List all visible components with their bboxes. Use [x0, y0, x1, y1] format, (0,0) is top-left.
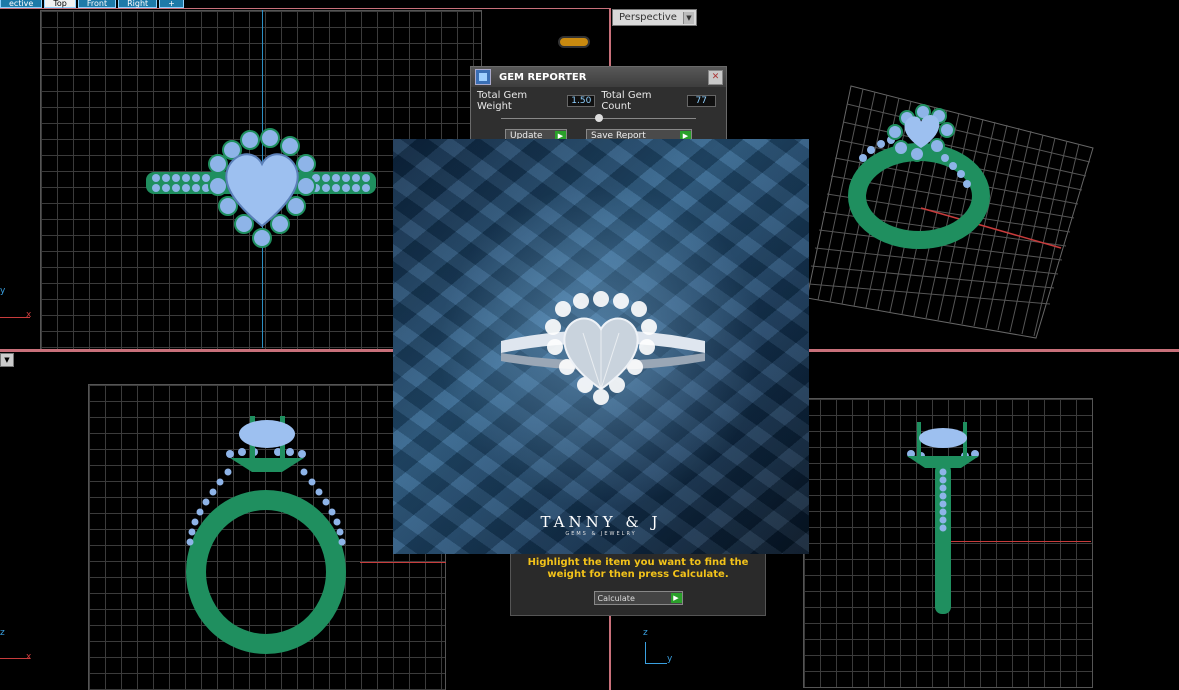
axis-label-x: x	[26, 310, 32, 320]
total-gem-weight-label: Total Gem Weight	[477, 90, 528, 112]
chevron-down-icon[interactable]: ▼	[682, 11, 694, 24]
gem-reporter-title: GEM REPORTER	[499, 71, 587, 83]
tab-front[interactable]: Front	[77, 0, 117, 8]
gem-icon	[475, 69, 491, 85]
ring-front-view	[186, 416, 346, 654]
brand-logo: TANNY & J	[540, 513, 662, 531]
axis-label-z: z	[0, 628, 5, 638]
ring-photo-illustration	[501, 291, 705, 405]
perspective-dropdown[interactable]: Perspective ▼	[612, 9, 697, 26]
gem-reporter-titlebar[interactable]: GEM REPORTER ✕	[471, 67, 726, 87]
calculate-panel: Highlight the item you want to find the …	[510, 552, 766, 616]
ring-side-view	[907, 422, 979, 614]
perspective-label: Perspective	[619, 12, 677, 23]
slider-knob[interactable]	[595, 114, 603, 122]
ring-top-view	[146, 128, 376, 248]
tab-add[interactable]: +	[159, 0, 184, 8]
gem-stats-row: Total Gem Weight 1.50 Total Gem Count 77	[471, 87, 726, 112]
tab-active[interactable]: ective	[0, 0, 43, 8]
axis-line-horizontal	[360, 562, 446, 563]
calculate-button[interactable]: Calculate ▶	[593, 591, 683, 605]
calculate-instruction: Highlight the item you want to find the …	[527, 557, 749, 580]
total-gem-weight-value: 1.50	[567, 95, 596, 107]
ring-product-photo: TANNY & J GEMS & JEWELRY	[393, 139, 809, 554]
tab-top[interactable]: Top	[44, 0, 76, 8]
play-icon: ▶	[670, 593, 682, 603]
total-gem-count-label: Total Gem Count	[601, 90, 652, 112]
viewport-tabs: ective Top Front Right +	[0, 0, 186, 8]
tab-right[interactable]: Right	[118, 0, 158, 8]
gem-slider[interactable]	[501, 114, 696, 127]
top-border	[0, 8, 609, 9]
axis-z-line	[645, 642, 646, 664]
toolbar-logo-icon	[558, 36, 590, 48]
viewport-menu-icon[interactable]: ▼	[0, 353, 14, 367]
total-gem-count-value: 77	[686, 95, 716, 107]
axis-label-y-right: y	[667, 654, 673, 664]
close-icon[interactable]: ✕	[708, 69, 723, 85]
axis-y-line	[645, 663, 667, 664]
calculate-label: Calculate	[597, 593, 635, 603]
axis-label-z-right: z	[643, 628, 648, 638]
axis-label-y: y	[0, 286, 6, 296]
gem-reporter-panel: GEM REPORTER ✕ Total Gem Weight 1.50 Tot…	[470, 66, 727, 143]
axis-label-x-front: x	[26, 652, 32, 662]
brand-tagline: GEMS & JEWELRY	[565, 531, 637, 537]
